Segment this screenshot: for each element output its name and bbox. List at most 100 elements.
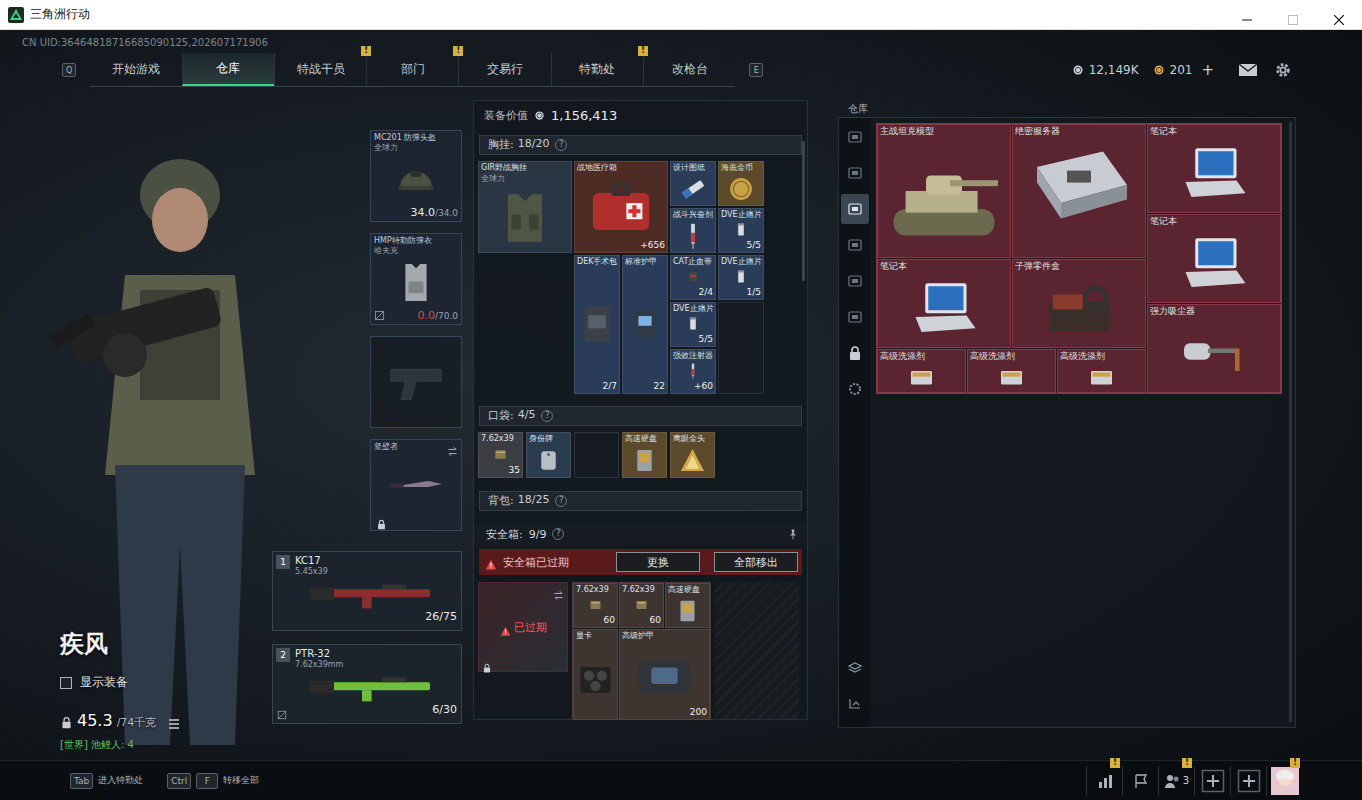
help-icon[interactable]: ? xyxy=(555,139,567,151)
inventory-item[interactable]: DVE止痛片1/5 xyxy=(718,255,764,300)
help-icon[interactable]: ? xyxy=(555,495,567,507)
flag-button[interactable] xyxy=(1122,766,1158,796)
inventory-item[interactable]: 海底金币 xyxy=(718,161,764,206)
stash-tab[interactable] xyxy=(841,266,869,296)
stash-tab[interactable] xyxy=(841,338,869,368)
friends-button[interactable]: 3! xyxy=(1158,766,1194,796)
inventory-item[interactable]: 战地医疗箱+656 xyxy=(574,161,668,253)
inventory-item[interactable]: 标准护甲22 xyxy=(622,255,668,394)
weapon-slot[interactable]: 2PTR-327.62x39mm6/30 xyxy=(272,644,462,724)
inventory-item[interactable]: 强力吸尘器 xyxy=(1147,304,1281,393)
stash-title: 仓库 xyxy=(848,102,868,116)
avatar-button[interactable]: ! xyxy=(1266,766,1302,796)
stash-tab[interactable] xyxy=(841,230,869,260)
inventory-item[interactable]: 笔记本 xyxy=(877,259,1011,348)
stash-tab[interactable] xyxy=(841,653,869,683)
nav-next-key[interactable]: E xyxy=(749,63,763,77)
stash-category-icon xyxy=(847,381,863,397)
inventory-item[interactable]: GIR野战胸挂全球力 xyxy=(478,161,572,253)
pistol-slot[interactable] xyxy=(370,336,462,428)
item-name: 绝密服务器 xyxy=(1013,125,1145,137)
item-name: 高速硬盘 xyxy=(666,584,709,595)
laptop-icon xyxy=(878,272,1010,347)
inventory-item[interactable]: DVE止痛片5/5 xyxy=(718,208,764,253)
inventory-item[interactable]: 鹰眼金头 xyxy=(670,432,715,478)
stats-button[interactable]: ! xyxy=(1086,766,1122,796)
nav-tab[interactable]: 部门! xyxy=(366,53,458,86)
maximize-button[interactable] xyxy=(1270,0,1316,30)
nav-tab[interactable]: 特战干员! xyxy=(274,53,366,86)
key-cap: F xyxy=(196,773,218,789)
item-name: DEK手术包 xyxy=(575,256,619,267)
pin-icon[interactable] xyxy=(787,528,799,540)
help-icon[interactable]: ? xyxy=(552,528,564,540)
inventory-item[interactable]: 笔记本 xyxy=(1147,214,1281,303)
nav-tab[interactable]: 仓库 xyxy=(182,53,274,86)
move-all-out-button[interactable]: 全部移出 xyxy=(714,552,798,572)
show-gear-checkbox[interactable]: 显示装备 xyxy=(60,674,273,691)
armor-slot[interactable]: HMP特勤防弹衣哈夫克0.0/70.0 xyxy=(370,233,462,325)
inventory-item[interactable]: 显卡 xyxy=(573,629,618,720)
inventory-item[interactable]: 子弹零件盒 xyxy=(1012,259,1146,348)
minimize-button[interactable] xyxy=(1224,0,1270,30)
item-name: 7.62x39 xyxy=(574,584,617,595)
nav-prev-key[interactable]: Q xyxy=(62,63,76,77)
section-label: 背包: xyxy=(488,493,514,508)
inventory-item[interactable]: CAT止血带2/4 xyxy=(670,255,716,300)
helmet-slot[interactable]: MC201 防弹头盔全球力34.0/34.0 xyxy=(370,130,462,222)
inventory-item[interactable]: 高速硬盘 xyxy=(665,583,710,628)
settings-gear-icon[interactable] xyxy=(1274,61,1292,79)
inventory-item[interactable]: 笔记本 xyxy=(1147,124,1281,213)
weapon-slot[interactable]: 1KC175.45x3926/75 xyxy=(272,551,462,631)
key-hint[interactable]: CtrlF转移全部 xyxy=(167,773,259,789)
stash-tab[interactable] xyxy=(841,158,869,188)
key-hint[interactable]: Tab进入特勤处 xyxy=(70,773,143,789)
close-button[interactable] xyxy=(1316,0,1362,30)
nav-tab[interactable]: 特勤处! xyxy=(551,53,643,86)
inventory-item[interactable]: 高速硬盘 xyxy=(622,432,667,478)
inventory-item[interactable]: 主战坦克模型 xyxy=(877,124,1011,258)
inventory-item[interactable]: 7.62x3960 xyxy=(619,583,664,628)
pockets-grid: 7.62x3935身份牌 高速硬盘鹰眼金头 xyxy=(478,432,807,478)
inventory-item[interactable]: 7.62x3935 xyxy=(478,432,523,478)
close-icon xyxy=(1334,10,1344,20)
nav-tab[interactable]: 交易行 xyxy=(458,53,550,86)
swap-icon[interactable] xyxy=(447,442,458,453)
stash-tab[interactable] xyxy=(841,194,869,224)
inventory-item[interactable]: 设计图纸 xyxy=(670,161,716,206)
inventory-item[interactable]: 高级护甲200 xyxy=(619,629,710,720)
inventory-item[interactable]: 战斗兴奋剂 xyxy=(670,208,716,253)
inventory-item[interactable]: DVE止痛片5/5 xyxy=(670,302,716,347)
inventory-item[interactable]: 高级洗涤剂 xyxy=(877,349,966,393)
help-icon[interactable]: ? xyxy=(541,410,553,422)
inventory-item[interactable]: 7.62x3960 xyxy=(573,583,618,628)
inventory-item[interactable]: 高级洗涤剂 xyxy=(967,349,1056,393)
melee-slot[interactable]: 坚壁者 xyxy=(370,439,462,531)
nav-tab[interactable]: 开始游戏 xyxy=(90,53,181,86)
stash-tab[interactable] xyxy=(841,122,869,152)
stash-tab[interactable] xyxy=(841,302,869,332)
inventory-item[interactable]: 身份牌 xyxy=(526,432,571,478)
weight-lock-icon xyxy=(60,714,73,727)
empty-pocket[interactable] xyxy=(574,432,619,478)
list-icon[interactable] xyxy=(168,715,180,727)
value-amount: 1,156,413 xyxy=(551,108,617,123)
add-currency-button[interactable]: + xyxy=(1201,61,1214,79)
add-button[interactable] xyxy=(1194,766,1230,796)
item-count: 2/7 xyxy=(575,381,619,393)
replace-button[interactable]: 更换 xyxy=(616,552,700,572)
swap-icon[interactable] xyxy=(553,586,564,597)
nav-tab[interactable]: 改枪台 xyxy=(643,53,735,86)
section-count: 9/9 xyxy=(529,528,547,541)
inventory-item[interactable]: 绝密服务器 xyxy=(1012,124,1146,258)
stash-tab[interactable] xyxy=(841,689,869,719)
item-brand: 全球力 xyxy=(479,173,571,184)
add-button[interactable] xyxy=(1230,766,1266,796)
mail-icon[interactable] xyxy=(1238,62,1258,78)
stash-tab[interactable] xyxy=(841,374,869,404)
inventory-item[interactable]: DEK手术包 2/7 xyxy=(574,255,620,394)
expired-safe-case[interactable]: 已过期 xyxy=(478,582,568,672)
checkbox-box[interactable] xyxy=(60,677,72,689)
inventory-item[interactable]: 强效注射器+60 xyxy=(670,349,716,394)
inventory-item[interactable]: 高级洗涤剂 xyxy=(1057,349,1146,393)
